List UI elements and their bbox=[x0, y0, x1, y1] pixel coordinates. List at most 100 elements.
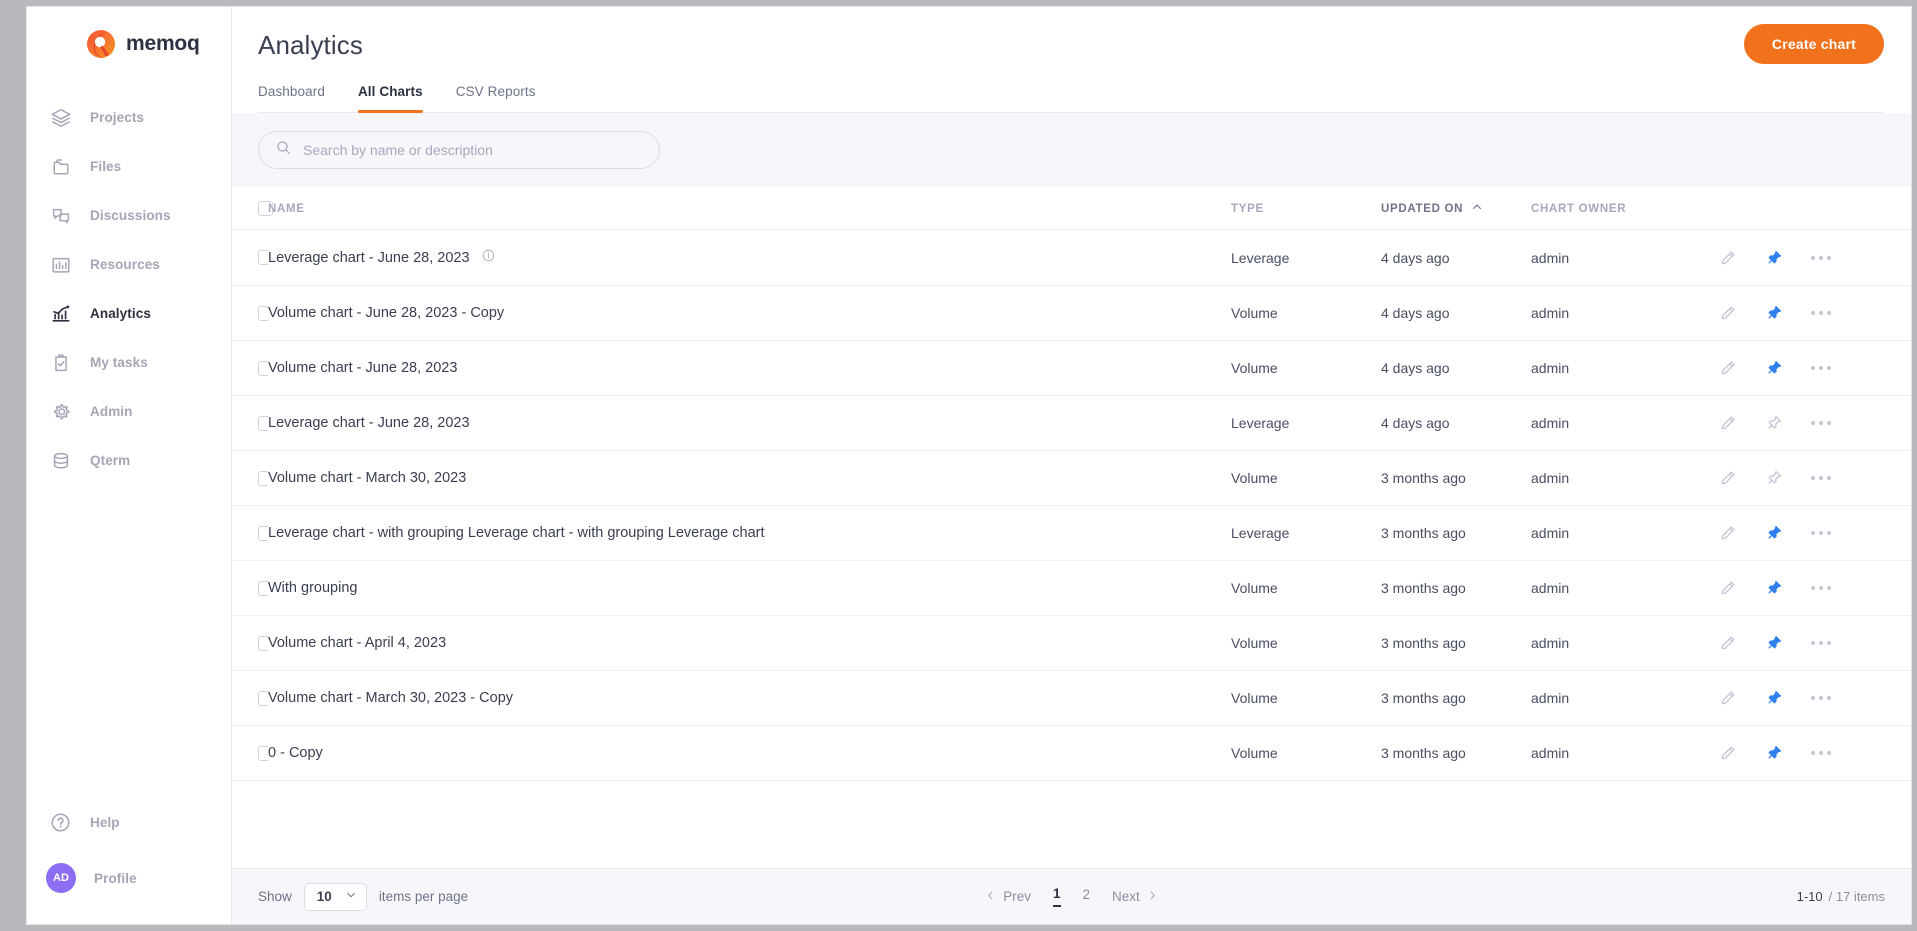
sidebar-item-files[interactable]: Files bbox=[27, 142, 231, 191]
prev-page-label: Prev bbox=[1003, 889, 1031, 904]
pin-icon[interactable] bbox=[1765, 249, 1783, 267]
pin-icon[interactable] bbox=[1765, 469, 1783, 487]
sidebar-item-help[interactable]: Help bbox=[27, 794, 231, 850]
chart-name[interactable]: Leverage chart - June 28, 2023 bbox=[268, 415, 470, 431]
chart-owner-cell: admin bbox=[1531, 230, 1711, 286]
chart-name[interactable]: Volume chart - April 4, 2023 bbox=[268, 635, 446, 651]
updated-on-cell: 4 days ago bbox=[1381, 286, 1531, 341]
table-row[interactable]: With groupingVolume3 months agoadmin bbox=[232, 561, 1911, 616]
pin-icon[interactable] bbox=[1765, 359, 1783, 377]
sidebar-item-my-tasks[interactable]: My tasks bbox=[27, 338, 231, 387]
more-options-icon[interactable] bbox=[1811, 421, 1831, 425]
row-checkbox[interactable] bbox=[258, 746, 268, 761]
table-row[interactable]: Volume chart - June 28, 2023Volume4 days… bbox=[232, 341, 1911, 396]
row-actions-cell bbox=[1711, 286, 1911, 341]
chart-name[interactable]: With grouping bbox=[268, 580, 357, 596]
edit-icon[interactable] bbox=[1719, 469, 1737, 487]
sidebar-item-projects[interactable]: Projects bbox=[27, 93, 231, 142]
row-checkbox[interactable] bbox=[258, 581, 268, 596]
row-checkbox[interactable] bbox=[258, 250, 268, 265]
pin-icon[interactable] bbox=[1765, 414, 1783, 432]
edit-icon[interactable] bbox=[1719, 359, 1737, 377]
row-checkbox[interactable] bbox=[258, 471, 268, 486]
more-options-icon[interactable] bbox=[1811, 751, 1831, 755]
edit-icon[interactable] bbox=[1719, 634, 1737, 652]
sidebar-item-admin[interactable]: Admin bbox=[27, 387, 231, 436]
pin-icon[interactable] bbox=[1765, 744, 1783, 762]
edit-icon[interactable] bbox=[1719, 689, 1737, 707]
brand-logo[interactable]: memoq bbox=[27, 7, 231, 81]
pin-icon[interactable] bbox=[1765, 634, 1783, 652]
row-checkbox[interactable] bbox=[258, 526, 268, 541]
edit-icon[interactable] bbox=[1719, 579, 1737, 597]
table-row[interactable]: Volume chart - March 30, 2023Volume3 mon… bbox=[232, 451, 1911, 506]
info-icon[interactable] bbox=[481, 248, 496, 267]
sidebar: memoq Projects Files bbox=[27, 7, 232, 924]
create-chart-button[interactable]: Create chart bbox=[1744, 24, 1884, 64]
chart-name[interactable]: Volume chart - March 30, 2023 - Copy bbox=[268, 690, 513, 706]
row-actions-cell bbox=[1711, 671, 1911, 726]
page-button-1[interactable]: 1 bbox=[1053, 886, 1061, 907]
table-row[interactable]: Volume chart - April 4, 2023Volume3 mont… bbox=[232, 616, 1911, 671]
table-row[interactable]: Leverage chart - June 28, 2023Leverage4 … bbox=[232, 396, 1911, 451]
charts-table: NAME TYPE UPDATED ON bbox=[232, 187, 1911, 781]
edit-icon[interactable] bbox=[1719, 304, 1737, 322]
chart-name[interactable]: 0 - Copy bbox=[268, 745, 323, 761]
row-checkbox[interactable] bbox=[258, 306, 268, 321]
table-row[interactable]: Volume chart - March 30, 2023 - Copy Volu… bbox=[232, 671, 1911, 726]
chart-type-cell: Volume bbox=[1231, 671, 1381, 726]
more-options-icon[interactable] bbox=[1811, 696, 1831, 700]
sidebar-item-label: Profile bbox=[94, 871, 137, 886]
sidebar-item-discussions[interactable]: Discussions bbox=[27, 191, 231, 240]
edit-icon[interactable] bbox=[1719, 249, 1737, 267]
column-header-name[interactable]: NAME bbox=[268, 187, 1231, 230]
table-row[interactable]: Leverage chart - June 28, 2023Leverage4 … bbox=[232, 230, 1911, 286]
pin-icon[interactable] bbox=[1765, 304, 1783, 322]
more-options-icon[interactable] bbox=[1811, 366, 1831, 370]
pin-icon[interactable] bbox=[1765, 579, 1783, 597]
row-checkbox[interactable] bbox=[258, 416, 268, 431]
row-checkbox[interactable] bbox=[258, 636, 268, 651]
more-options-icon[interactable] bbox=[1811, 311, 1831, 315]
sidebar-item-resources[interactable]: Resources bbox=[27, 240, 231, 289]
more-options-icon[interactable] bbox=[1811, 531, 1831, 535]
chart-name[interactable]: Volume chart - June 28, 2023 bbox=[268, 360, 457, 376]
column-header-updated-on[interactable]: UPDATED ON bbox=[1381, 187, 1531, 230]
column-header-name-label: NAME bbox=[268, 203, 305, 215]
tab-csv-reports[interactable]: CSV Reports bbox=[456, 84, 536, 112]
table-row[interactable]: Leverage chart - with grouping Leverage … bbox=[232, 506, 1911, 561]
sidebar-item-analytics[interactable]: Analytics bbox=[27, 289, 231, 338]
edit-icon[interactable] bbox=[1719, 414, 1737, 432]
charts-table-region: NAME TYPE UPDATED ON bbox=[232, 187, 1911, 868]
next-page-button[interactable]: Next bbox=[1112, 889, 1158, 904]
more-options-icon[interactable] bbox=[1811, 641, 1831, 645]
sidebar-item-qterm[interactable]: Qterm bbox=[27, 436, 231, 485]
chart-type-cell: Leverage bbox=[1231, 506, 1381, 561]
chart-name[interactable]: Volume chart - June 28, 2023 - Copy bbox=[268, 305, 504, 321]
tab-all-charts[interactable]: All Charts bbox=[358, 84, 423, 112]
table-row[interactable]: Volume chart - June 28, 2023 - CopyVolum… bbox=[232, 286, 1911, 341]
edit-icon[interactable] bbox=[1719, 744, 1737, 762]
sort-control-updated-on[interactable]: UPDATED ON bbox=[1381, 201, 1483, 216]
tab-dashboard[interactable]: Dashboard bbox=[258, 84, 325, 112]
table-row[interactable]: 0 - CopyVolume3 months agoadmin bbox=[232, 726, 1911, 781]
column-header-type[interactable]: TYPE bbox=[1231, 187, 1381, 230]
search-input[interactable] bbox=[303, 142, 643, 158]
row-checkbox[interactable] bbox=[258, 361, 268, 376]
chart-name[interactable]: Leverage chart - June 28, 2023 bbox=[268, 250, 470, 266]
more-options-icon[interactable] bbox=[1811, 476, 1831, 480]
pin-icon[interactable] bbox=[1765, 689, 1783, 707]
more-options-icon[interactable] bbox=[1811, 586, 1831, 590]
edit-icon[interactable] bbox=[1719, 524, 1737, 542]
row-checkbox[interactable] bbox=[258, 691, 268, 706]
page-size-select[interactable]: 10 bbox=[304, 883, 367, 911]
pin-icon[interactable] bbox=[1765, 524, 1783, 542]
more-options-icon[interactable] bbox=[1811, 256, 1831, 260]
search-box[interactable] bbox=[258, 131, 660, 169]
prev-page-button[interactable]: Prev bbox=[985, 889, 1031, 904]
column-header-chart-owner[interactable]: CHART OWNER bbox=[1531, 187, 1711, 230]
page-button-2[interactable]: 2 bbox=[1083, 887, 1091, 906]
sidebar-item-profile[interactable]: AD Profile bbox=[27, 850, 231, 906]
chart-name[interactable]: Volume chart - March 30, 2023 bbox=[268, 470, 466, 486]
chart-name[interactable]: Leverage chart - with grouping Leverage … bbox=[268, 525, 765, 541]
